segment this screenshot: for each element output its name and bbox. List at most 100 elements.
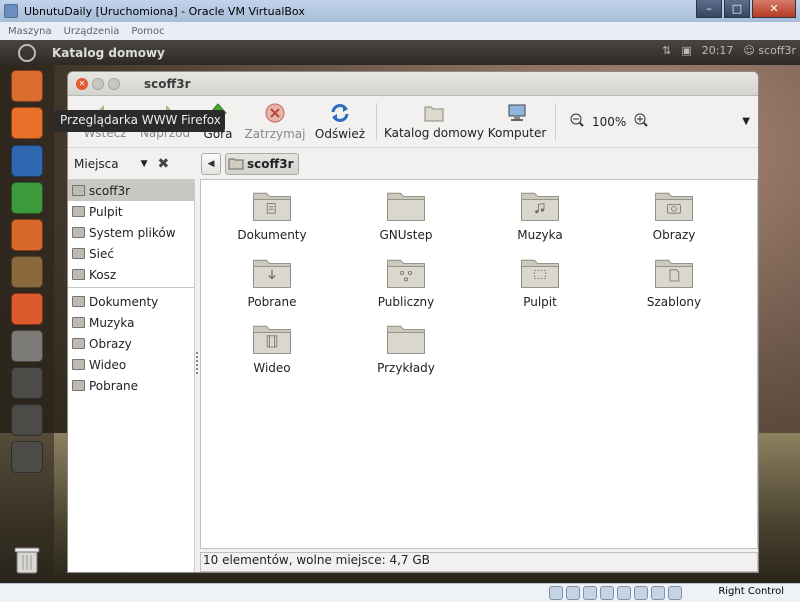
zoom-level: 100% [592, 114, 627, 129]
folder-item[interactable]: Szablony [609, 255, 739, 317]
writer-icon[interactable] [11, 145, 43, 177]
maximize-button[interactable]: □ [724, 0, 750, 18]
breadcrumb-home[interactable]: scoff3r [225, 153, 299, 175]
window-close-button[interactable]: ✕ [76, 77, 88, 90]
folder-icon [72, 206, 85, 217]
folder-name: Dokumenty [237, 228, 307, 242]
path-scroll-left-button[interactable]: ◀ [201, 153, 221, 175]
folder-item[interactable]: Muzyka [475, 188, 605, 250]
sidebar-item[interactable]: Sieć [68, 243, 194, 264]
zoom-out-icon[interactable] [570, 113, 584, 130]
keyboard-capture-icon[interactable] [668, 586, 682, 600]
lens-files-icon[interactable] [11, 441, 43, 473]
toolbar-separator [555, 102, 556, 141]
stop-icon [265, 103, 285, 123]
folder-name: Przykłady [377, 361, 435, 375]
menu-devices[interactable]: Urządzenia [64, 26, 120, 37]
host-statusbar: Right Control [0, 583, 800, 602]
sidebar-item[interactable]: System plików [68, 222, 194, 243]
menu-help[interactable]: Pomoc [131, 26, 164, 37]
sidebar-separator [68, 287, 194, 288]
impress-icon[interactable] [11, 219, 43, 251]
folder-icon [387, 259, 425, 288]
optical-drive-icon[interactable] [566, 586, 580, 600]
folder-icon [72, 185, 85, 196]
clock[interactable]: 20:17 [702, 44, 734, 57]
network-icon[interactable]: ⇅ [662, 44, 671, 57]
shared-folders-icon[interactable] [600, 586, 614, 600]
pane-resize-handle[interactable] [196, 352, 199, 374]
folder-item[interactable]: Obrazy [609, 188, 739, 250]
folder-icon [72, 296, 85, 307]
sidebar-item[interactable]: Dokumenty [68, 291, 194, 312]
stop-button[interactable]: Zatrzymaj [240, 98, 310, 146]
reload-icon [331, 104, 349, 122]
toolbar-overflow-arrow-icon[interactable]: ▼ [742, 116, 750, 127]
virtualbox-icon [4, 4, 18, 18]
folder-icon [72, 380, 85, 391]
sidebar-item[interactable]: Pulpit [68, 201, 194, 222]
menu-machine[interactable]: Maszyna [8, 26, 52, 37]
host-key-label: Right Control [718, 586, 784, 597]
panel-app-title: Katalog domowy [52, 45, 165, 60]
folder-icon [521, 259, 559, 288]
user-menu[interactable]: ☺ scoff3r [743, 44, 796, 57]
file-view: Dokumenty GNUstep Muzyka Obrazy Pobrane Publi… [200, 179, 758, 549]
network-adapter-icon[interactable] [617, 586, 631, 600]
close-button[interactable]: ✕ [752, 0, 796, 18]
display-icon[interactable] [634, 586, 648, 600]
sidebar-item[interactable]: scoff3r [68, 180, 194, 201]
folder-name: Pulpit [523, 295, 557, 309]
host-window-title: UbnutuDaily [Uruchomiona] - Oracle VM Vi… [24, 4, 305, 18]
firefox-icon[interactable] [11, 107, 43, 139]
sidebar-item[interactable]: Obrazy [68, 333, 194, 354]
home-button[interactable]: Katalog domowy [383, 98, 485, 146]
folder-item[interactable]: Wideo [207, 321, 337, 383]
window-maximize-button[interactable] [108, 77, 120, 90]
folder-item[interactable]: Pulpit [475, 255, 605, 317]
help-icon[interactable] [11, 330, 43, 362]
folder-item[interactable]: Dokumenty [207, 188, 337, 250]
folder-icon [72, 227, 85, 238]
software-center-icon[interactable] [11, 256, 43, 288]
workspaces-icon[interactable] [11, 367, 43, 399]
window-titlebar[interactable]: ✕ scoff3r [68, 72, 758, 96]
computer-icon [508, 104, 526, 121]
lens-apps-icon[interactable] [11, 404, 43, 436]
sidebar-dropdown-arrow-icon[interactable]: ▼ [141, 159, 148, 169]
sidebar-item[interactable]: Muzyka [68, 312, 194, 333]
toolbar-separator [376, 102, 377, 141]
folder-icon [72, 359, 85, 370]
ubuntu-logo-icon[interactable] [18, 43, 36, 62]
folder-item[interactable]: Przykłady [341, 321, 471, 383]
reload-button[interactable]: Odśwież [310, 98, 370, 146]
window-minimize-button[interactable] [92, 77, 104, 90]
folder-item[interactable]: Publiczny [341, 255, 471, 317]
folder-item[interactable]: GNUstep [341, 188, 471, 250]
usb-icon[interactable] [583, 586, 597, 600]
ubuntu-software-icon[interactable] [11, 70, 43, 102]
folder-icon [72, 317, 85, 328]
sidebar-item[interactable]: Kosz [68, 264, 194, 285]
ubuntu-one-icon[interactable] [11, 293, 43, 325]
file-manager-window: ✕ scoff3r Wstecz Naprzód Góra Zatrzymaj [67, 71, 759, 573]
sidebar-item[interactable]: Pobrane [68, 375, 194, 396]
mouse-integration-icon[interactable] [651, 586, 665, 600]
top-panel: Katalog domowy ⇅ ▣ 20:17 ☺ scoff3r [0, 40, 800, 65]
computer-button[interactable]: Komputer [485, 98, 549, 146]
messaging-icon[interactable]: ▣ [681, 44, 691, 57]
trash-icon[interactable] [11, 545, 43, 575]
minimize-button[interactable]: – [696, 0, 722, 18]
guest-desktop: Katalog domowy ⇅ ▣ 20:17 ☺ scoff3r ✕ sco… [0, 40, 800, 583]
sidebar-header: Miejsca ▼ ✖ [68, 149, 198, 179]
folder-item[interactable]: Pobrane [207, 255, 337, 317]
sidebar-item[interactable]: Wideo [68, 354, 194, 375]
folder-icon [387, 192, 425, 221]
folder-name: Pobrane [247, 295, 297, 309]
host-menubar: Maszyna Urządzenia Pomoc [0, 22, 800, 40]
folder-name: Wideo [253, 361, 291, 375]
calc-icon[interactable] [11, 182, 43, 214]
sidebar-close-icon[interactable]: ✖ [158, 156, 170, 172]
hdd-activity-icon[interactable] [549, 586, 563, 600]
zoom-in-icon[interactable] [634, 113, 649, 130]
